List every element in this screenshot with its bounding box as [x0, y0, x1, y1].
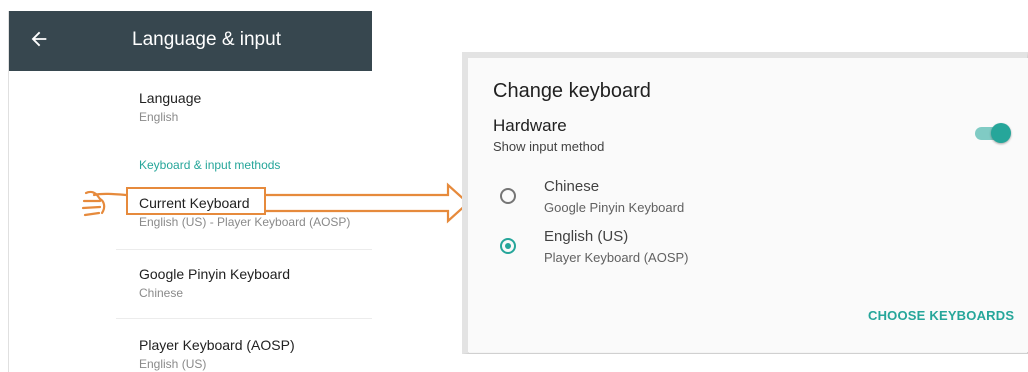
toggle-thumb — [991, 123, 1011, 143]
option-subtitle: Google Pinyin Keyboard — [544, 200, 685, 215]
settings-item-title: Player Keyboard (AOSP) — [139, 337, 295, 353]
highlight-box — [126, 187, 266, 215]
keyboard-option-chinese[interactable]: Chinese Google Pinyin Keyboard — [496, 178, 896, 222]
app-bar: Language & input — [9, 11, 372, 71]
settings-item-subtitle: English — [139, 110, 179, 124]
page-title: Language & input — [132, 29, 281, 50]
settings-item-google-pinyin[interactable]: Google Pinyin Keyboard Chinese — [139, 265, 290, 301]
radio-dot — [505, 243, 511, 249]
settings-item-title: Language — [139, 90, 202, 106]
option-subtitle: Player Keyboard (AOSP) — [544, 250, 689, 265]
settings-item-title: Google Pinyin Keyboard — [139, 266, 290, 282]
radio-checked-icon[interactable] — [500, 238, 516, 254]
dialog-title: Change keyboard — [493, 80, 651, 102]
hardware-title: Hardware — [493, 116, 567, 135]
divider — [116, 318, 372, 319]
pointing-hand-icon — [81, 190, 128, 217]
change-keyboard-dialog: Change keyboard Hardware Show input meth… — [468, 58, 1028, 352]
option-label: Chinese — [544, 178, 600, 195]
radio-unchecked-icon[interactable] — [500, 188, 516, 204]
settings-item-subtitle: Chinese — [139, 286, 184, 300]
keyboard-option-english-us[interactable]: English (US) Player Keyboard (AOSP) — [496, 228, 896, 272]
arrow-back-icon[interactable] — [28, 28, 50, 50]
right-arrow-icon — [264, 182, 470, 224]
option-label: English (US) — [544, 228, 629, 245]
settings-item-subtitle: English (US) — [139, 357, 207, 371]
settings-item-language[interactable]: Language English — [139, 89, 201, 125]
section-header: Keyboard & input methods — [139, 158, 281, 172]
screenshot-stage: Language & input Language English Keyboa… — [0, 0, 1028, 372]
divider — [116, 249, 372, 250]
show-input-method-toggle[interactable] — [975, 122, 1011, 144]
hardware-subtitle: Show input method — [493, 139, 605, 154]
settings-item-player-keyboard[interactable]: Player Keyboard (AOSP) English (US) — [139, 336, 295, 372]
choose-keyboards-button[interactable]: CHOOSE KEYBOARDS — [868, 308, 1014, 323]
